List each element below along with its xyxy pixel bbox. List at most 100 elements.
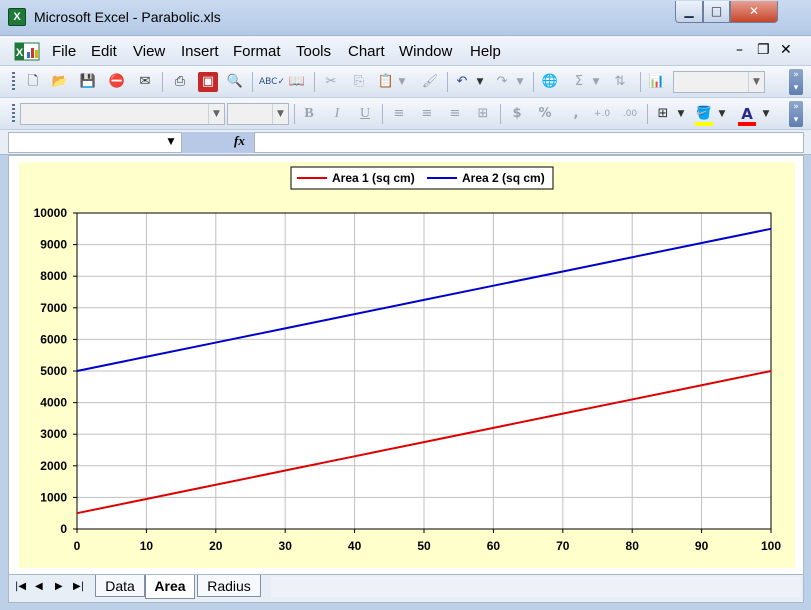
x-tick-label: 30 — [279, 539, 293, 553]
y-tick-label: 1000 — [40, 490, 67, 504]
font-color-dropdown-icon[interactable]: ▼ — [760, 104, 772, 124]
doc-restore-button[interactable]: ❐ — [757, 42, 770, 58]
x-tick-label: 100 — [761, 539, 781, 553]
menu-bar: X File Edit View Insert Format Tools Cha… — [0, 36, 811, 66]
menu-help[interactable]: Help — [470, 43, 501, 60]
email-icon[interactable]: ✉ — [135, 72, 155, 92]
permission-icon[interactable]: ⛔ — [107, 72, 127, 92]
chart-document-icon[interactable]: X — [14, 42, 40, 61]
legend-entry-1: Area 1 (sq cm) — [332, 171, 415, 185]
cut-icon[interactable]: ✂ — [321, 72, 341, 92]
insert-function-icon[interactable]: fx — [234, 133, 245, 149]
decrease-decimal-button[interactable]: .00 — [618, 104, 642, 124]
undo-icon[interactable]: ↶ — [452, 72, 472, 92]
spelling-icon[interactable]: ABC✓ — [259, 72, 285, 92]
comma-button[interactable]: , — [566, 104, 586, 124]
excel-icon[interactable]: X — [8, 8, 26, 26]
font-color-button[interactable]: A — [737, 104, 757, 124]
menu-format[interactable]: Format — [233, 43, 281, 60]
italic-button[interactable]: I — [327, 104, 347, 124]
format-painter-icon[interactable]: 🖌 — [420, 72, 440, 92]
underline-button[interactable]: U — [355, 104, 375, 124]
align-right-icon[interactable]: ≡ — [445, 104, 465, 124]
formatting-toolbar: ▼ ▼ B I U ≡ ≡ ≡ ⊞ $ % , +.0 .00 ⊞ ▼ 🪣 ▼ … — [0, 98, 811, 130]
align-center-icon[interactable]: ≡ — [417, 104, 437, 124]
toolbar-grip[interactable] — [12, 72, 15, 92]
chevron-down-icon[interactable]: ▼ — [163, 133, 179, 152]
percent-button[interactable]: % — [535, 104, 555, 124]
undo-dropdown-icon[interactable]: ▼ — [474, 72, 486, 92]
font-name-combo[interactable]: ▼ — [20, 103, 225, 125]
formula-input[interactable] — [254, 132, 804, 153]
x-tick-label: 90 — [695, 539, 709, 553]
print-icon[interactable]: ⎙ — [170, 72, 190, 92]
research-icon[interactable]: ▣ — [198, 72, 218, 92]
toolbar-grip[interactable] — [12, 104, 15, 124]
y-tick-label: 7000 — [40, 301, 67, 315]
line-chart[interactable]: 0 10 20 30 40 50 60 70 80 90 100010002000300040005… — [19, 162, 795, 568]
tab-radius[interactable]: Radius — [197, 575, 261, 597]
fill-dropdown-icon[interactable]: ▼ — [716, 104, 728, 124]
new-icon[interactable]: 🗋 — [23, 72, 43, 92]
y-tick-label: 0 — [60, 522, 67, 536]
chevron-down-icon[interactable]: ▼ — [208, 104, 224, 124]
font-size-combo[interactable]: ▼ — [227, 103, 289, 125]
print-preview-icon[interactable]: 🔍 — [225, 72, 245, 92]
name-box[interactable]: ▼ — [8, 132, 182, 153]
menu-file[interactable]: File — [52, 43, 76, 60]
menu-insert[interactable]: Insert — [181, 43, 219, 60]
doc-close-button[interactable]: ✕ — [780, 42, 792, 58]
tab-data[interactable]: Data — [95, 575, 145, 597]
paste-icon[interactable]: 📋 — [376, 72, 396, 92]
x-tick-label: 10 — [140, 539, 154, 553]
increase-decimal-button[interactable]: +.0 — [590, 104, 614, 124]
prev-sheet-button[interactable]: ◀ — [35, 581, 43, 592]
horizontal-scrollbar[interactable] — [271, 577, 801, 597]
currency-button[interactable]: $ — [507, 104, 527, 124]
menu-chart[interactable]: Chart — [348, 43, 385, 60]
copy-icon[interactable]: ⎘ — [349, 72, 369, 92]
chevron-down-icon[interactable]: ▼ — [272, 104, 288, 124]
toolbar-options-icon[interactable]: » ▾ — [789, 69, 803, 95]
hyperlink-icon[interactable]: 🌐 — [540, 72, 560, 92]
merge-center-icon[interactable]: ⊞ — [473, 104, 493, 124]
autosum-dropdown-icon[interactable]: ▼ — [590, 72, 602, 92]
borders-dropdown-icon[interactable]: ▼ — [675, 104, 687, 124]
research-book-icon[interactable]: 📖 — [287, 72, 307, 92]
paste-dropdown-icon[interactable]: ▼ — [396, 72, 408, 92]
doc-minimize-button[interactable]: – — [736, 42, 743, 58]
chart-sheet: 0 10 20 30 40 50 60 70 80 90 100 0 1000 2000 3000 4000 5… — [8, 155, 804, 575]
autosum-icon[interactable]: Σ — [569, 72, 589, 92]
toolbar-options-icon[interactable]: » ▾ — [789, 101, 803, 127]
chart-area[interactable]: 0 10 20 30 40 50 60 70 80 90 100 0 1000 2000 3000 4000 5… — [19, 162, 795, 568]
last-sheet-button[interactable]: ▶| — [73, 581, 84, 592]
save-icon[interactable]: 💾 — [78, 72, 98, 92]
x-tick-label: 80 — [626, 539, 640, 553]
menu-tools[interactable]: Tools — [296, 43, 331, 60]
maximize-button[interactable]: □ — [703, 1, 730, 23]
menu-edit[interactable]: Edit — [91, 43, 117, 60]
fill-color-icon[interactable]: 🪣 — [694, 104, 714, 124]
close-button[interactable]: ✕ — [730, 1, 778, 23]
chart-wizard-icon[interactable]: 📊 — [647, 72, 667, 92]
redo-icon[interactable]: ↷ — [492, 72, 512, 92]
sheet-tab-bar: |◀ ◀ ▶ ▶| Data Area Radius — [8, 575, 804, 603]
chevron-down-icon[interactable]: ▼ — [748, 72, 764, 92]
minimize-button[interactable]: ▁ — [675, 1, 703, 23]
menu-view[interactable]: View — [133, 43, 165, 60]
redo-dropdown-icon[interactable]: ▼ — [514, 72, 526, 92]
tab-area[interactable]: Area — [145, 575, 195, 599]
y-tick-label: 8000 — [40, 269, 67, 283]
first-sheet-button[interactable]: |◀ — [15, 581, 26, 592]
bold-button[interactable]: B — [299, 104, 319, 124]
menu-window[interactable]: Window — [399, 43, 452, 60]
fill-color-swatch — [695, 122, 713, 126]
font-color-swatch — [738, 122, 756, 126]
zoom-combo[interactable]: ▼ — [673, 71, 765, 93]
sort-icon[interactable]: ⇅ — [610, 72, 630, 92]
next-sheet-button[interactable]: ▶ — [55, 581, 63, 592]
open-icon[interactable]: 📂 — [50, 72, 70, 92]
borders-icon[interactable]: ⊞ — [653, 104, 673, 124]
y-tick-label: 4000 — [40, 396, 67, 410]
align-left-icon[interactable]: ≡ — [389, 104, 409, 124]
